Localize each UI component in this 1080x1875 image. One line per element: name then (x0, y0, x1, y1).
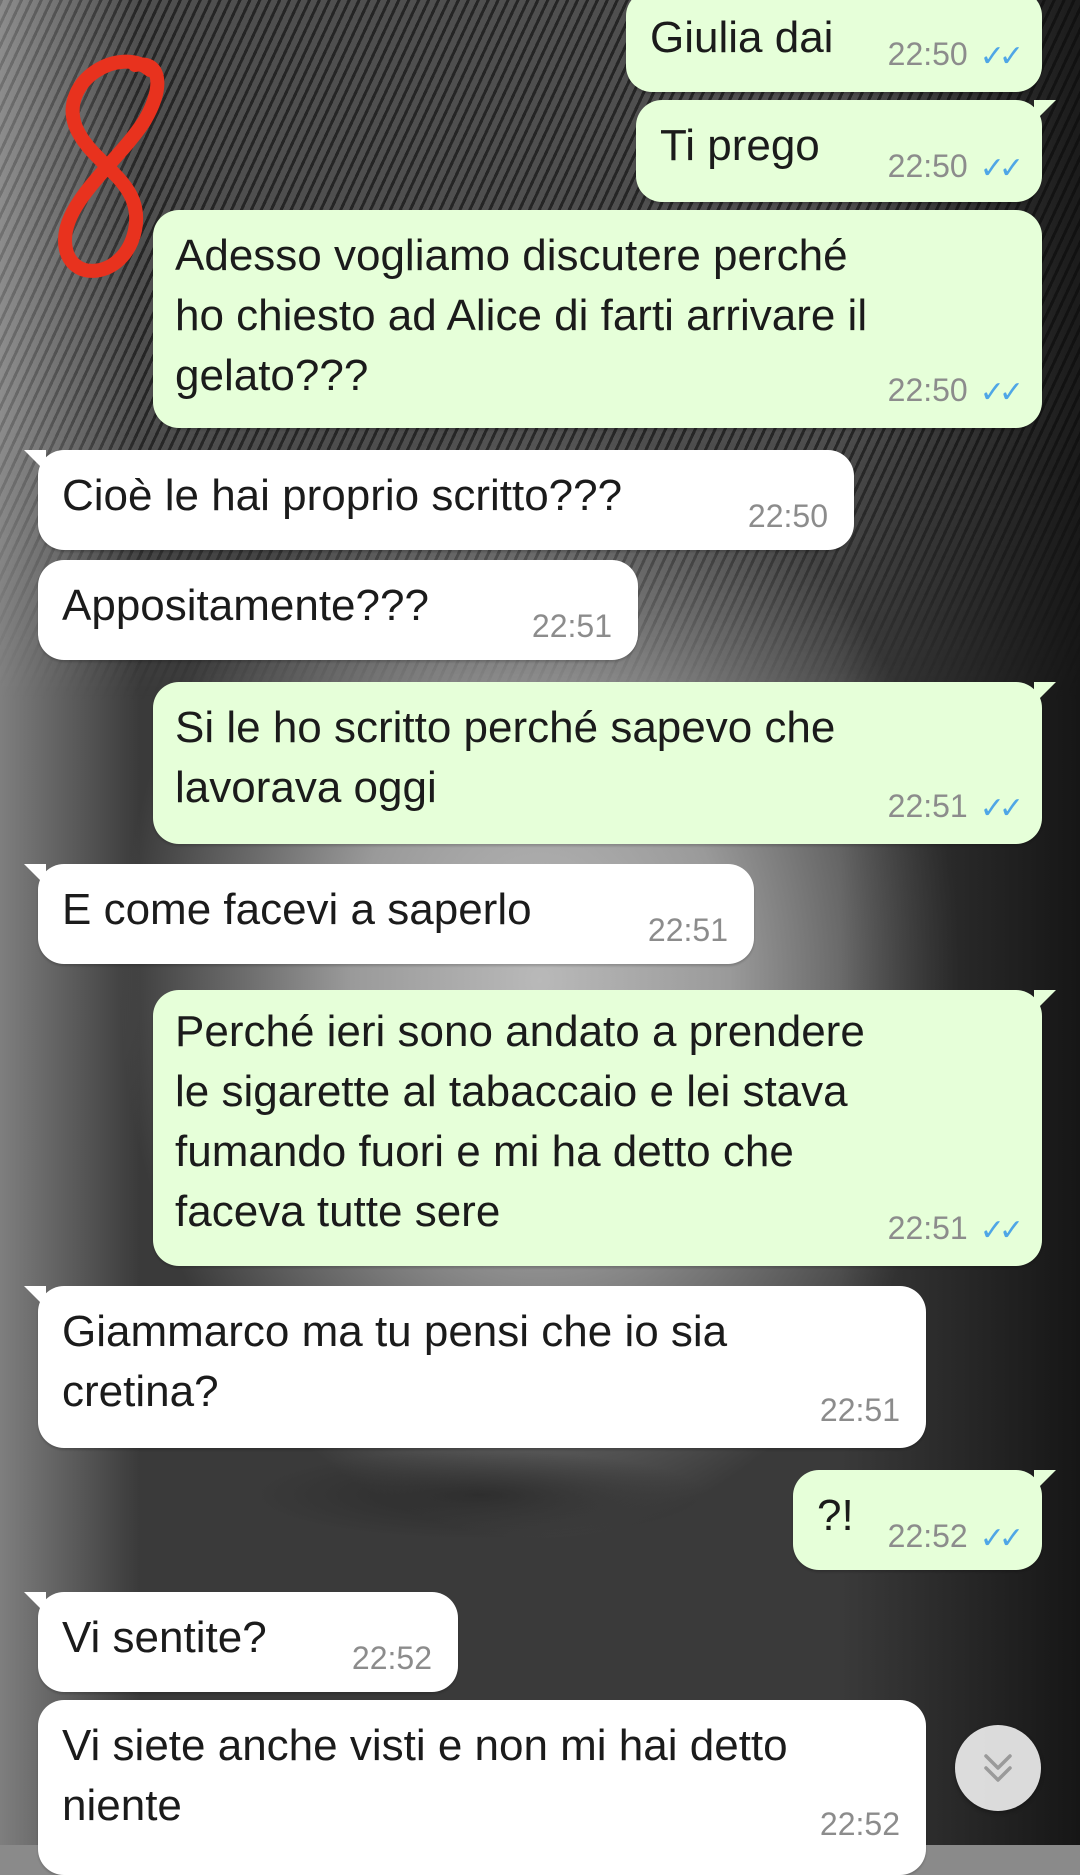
message-bubble-incoming[interactable]: Giammarco ma tu pensi che io sia cretina… (24, 1286, 926, 1448)
message-bubble-incoming[interactable]: Vi siete anche visti e non mi hai detto … (38, 1700, 926, 1875)
message-bubble-outgoing[interactable]: Giulia dai 22:50 ✓✓ (626, 0, 1042, 92)
message-text: Appositamente??? (62, 581, 429, 630)
message-bubble-outgoing[interactable]: ?! 22:52 ✓✓ (793, 1470, 1056, 1570)
message-meta: 22:52 ✓✓ (887, 1518, 1024, 1557)
double-check-icon: ✓✓ (979, 39, 1024, 73)
message-bubble-incoming[interactable]: Vi sentite? 22:52 (24, 1592, 458, 1692)
message-meta: 22:50 ✓✓ (887, 148, 1024, 187)
message-text: Cioè le hai proprio scritto??? (62, 471, 623, 520)
double-check-icon: ✓✓ (979, 151, 1024, 185)
message-text: Adesso vogliamo discutere perché ho chie… (175, 231, 868, 400)
message-time: 22:51 (887, 788, 968, 824)
message-text: Perché ieri sono andato a prendere le si… (175, 1007, 865, 1236)
double-check-icon: ✓✓ (979, 375, 1024, 409)
double-check-icon: ✓✓ (979, 1521, 1024, 1555)
message-time: 22:52 (819, 1806, 900, 1842)
message-meta: 22:50 ✓✓ (887, 372, 1024, 411)
message-meta: 22:51 ✓✓ (887, 1210, 1024, 1249)
message-time: 22:50 (887, 372, 968, 408)
message-time: 22:51 (819, 1392, 900, 1428)
message-time: 22:52 (887, 1518, 968, 1554)
message-text: E come facevi a saperlo (62, 885, 532, 934)
message-time: 22:51 (531, 608, 612, 644)
message-meta: 22:51 ✓✓ (887, 788, 1024, 827)
double-check-icon: ✓✓ (979, 791, 1024, 825)
message-text: Giulia dai (650, 13, 834, 62)
message-bubble-incoming[interactable]: Cioè le hai proprio scritto??? 22:50 (24, 450, 854, 550)
message-time: 22:50 (747, 498, 828, 534)
message-time: 22:50 (887, 36, 968, 72)
message-bubble-incoming[interactable]: Appositamente??? 22:51 (38, 560, 638, 660)
double-check-icon: ✓✓ (979, 1213, 1024, 1247)
message-text: Vi sentite? (62, 1613, 267, 1662)
message-time: 22:50 (887, 148, 968, 184)
message-text: Ti prego (660, 121, 820, 170)
message-bubble-outgoing[interactable]: Adesso vogliamo discutere perché ho chie… (153, 210, 1042, 428)
scroll-to-bottom-button[interactable] (955, 1725, 1041, 1811)
message-text: Giammarco ma tu pensi che io sia cretina… (62, 1307, 728, 1416)
message-time: 22:51 (887, 1210, 968, 1246)
message-bubble-outgoing[interactable]: Perché ieri sono andato a prendere le si… (153, 990, 1056, 1266)
message-bubble-outgoing[interactable]: Ti prego 22:50 ✓✓ (636, 100, 1056, 202)
message-text: Vi siete anche visti e non mi hai detto … (62, 1721, 788, 1830)
message-bubble-outgoing[interactable]: Si le ho scritto perché sapevo che lavor… (153, 682, 1056, 844)
message-time: 22:52 (351, 1640, 432, 1676)
message-time: 22:51 (647, 912, 728, 948)
message-text: ?! (817, 1491, 854, 1540)
message-bubble-incoming[interactable]: E come facevi a saperlo 22:51 (24, 864, 754, 964)
message-text: Si le ho scritto perché sapevo che lavor… (175, 703, 836, 812)
chevron-double-down-icon (984, 1754, 1012, 1782)
message-meta: 22:50 ✓✓ (887, 36, 1024, 75)
